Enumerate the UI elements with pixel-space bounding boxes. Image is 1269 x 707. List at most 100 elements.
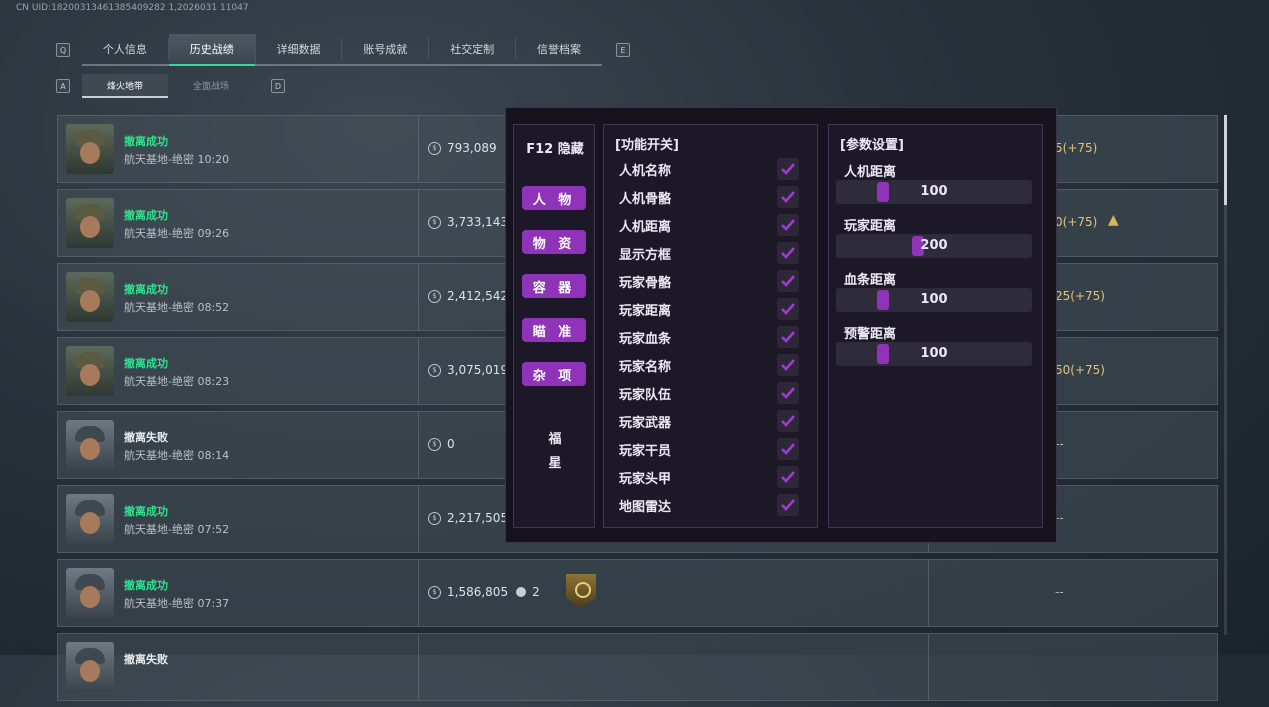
feature-toggle-row[interactable]: 人机名称 xyxy=(619,157,809,181)
avatar xyxy=(66,272,114,322)
feature-toggle-row[interactable]: 玩家干员 xyxy=(619,437,809,461)
feature-label: 地图雷达 xyxy=(619,499,672,515)
feature-toggle-row[interactable]: 玩家队伍 xyxy=(619,381,809,405)
feature-checkbox[interactable] xyxy=(777,382,799,404)
feature-toggle-row[interactable]: 玩家头甲 xyxy=(619,465,809,489)
feature-checkbox[interactable] xyxy=(777,242,799,264)
feature-label: 人机距离 xyxy=(619,219,672,235)
rank-up-icon: ▲ xyxy=(1108,212,1119,228)
coin-icon: $ xyxy=(428,437,441,451)
checkmark-icon xyxy=(781,303,795,315)
feature-checkbox[interactable] xyxy=(777,438,799,460)
match-location: 航天基地-绝密 08:23 xyxy=(124,375,230,388)
param-slider[interactable]: 100 xyxy=(836,180,1032,204)
tab-social[interactable]: 社交定制 xyxy=(429,38,517,60)
match-row[interactable]: 撤离失败 xyxy=(57,633,1218,701)
parameter-panel: [参数设置] 人机距离 100 玩家距离 200 血条距离 100 预警距离 100 xyxy=(828,124,1043,528)
feature-toggle-row[interactable]: 人机骨骼 xyxy=(619,185,809,209)
checkmark-icon xyxy=(781,387,795,399)
feature-checkbox[interactable] xyxy=(777,298,799,320)
feature-label: 玩家距离 xyxy=(619,303,672,319)
checkmark-icon xyxy=(781,275,795,287)
money-value: $793,089 xyxy=(428,141,497,155)
rank-score: 50(+75) xyxy=(1055,363,1105,377)
subtab-label: 全面战场 xyxy=(192,81,229,92)
money-value: $0 xyxy=(428,437,455,451)
main-tabs: 个人信息 历史战绩 详细数据 账号成就 社交定制 信誉档案 xyxy=(82,34,602,66)
category-button-containers[interactable]: 容 器 xyxy=(522,274,586,298)
feature-label: 玩家名称 xyxy=(619,359,672,375)
param-slider[interactable]: 200 xyxy=(836,234,1032,258)
coin-icon: $ xyxy=(428,363,441,377)
cheat-menu-overlay: F12 隐藏 人 物 物 资 容 器 瞄 准 杂 项 福 星 [功能开关] 人机… xyxy=(505,107,1057,543)
footer-char: 星 xyxy=(548,456,562,471)
category-button-supplies[interactable]: 物 资 xyxy=(522,230,586,254)
feature-checkbox[interactable] xyxy=(777,270,799,292)
mode-subtabs: 烽火地带 全面战场 xyxy=(82,74,254,98)
subtab-warfare[interactable]: 全面战场 xyxy=(168,74,254,96)
param-label: 玩家距离 xyxy=(844,219,897,234)
feature-checkbox[interactable] xyxy=(777,466,799,488)
coin-icon: $ xyxy=(428,511,441,525)
tab-credit-profile[interactable]: 信誉档案 xyxy=(516,38,602,60)
checkmark-icon xyxy=(781,471,795,483)
feature-toggle-row[interactable]: 玩家骨骼 xyxy=(619,269,809,293)
rank-score: 0(+75) xyxy=(1055,215,1098,229)
footer-char: 福 xyxy=(548,432,562,447)
slider-value: 100 xyxy=(920,346,948,361)
param-label: 预警距离 xyxy=(844,327,897,342)
hide-hotkey-label: F12 隐藏 xyxy=(526,142,584,157)
tab-personal-info[interactable]: 个人信息 xyxy=(82,38,169,60)
feature-label: 人机骨骼 xyxy=(619,191,672,207)
feature-toggle-row[interactable]: 显示方框 xyxy=(619,241,809,265)
feature-label: 显示方框 xyxy=(619,247,672,263)
param-slider[interactable]: 100 xyxy=(836,288,1032,312)
match-row[interactable]: 撤离成功 航天基地-绝密 07:37 $1,586,805 2 -- xyxy=(57,559,1218,627)
tab-achievements[interactable]: 账号成就 xyxy=(342,38,430,60)
scrollbar-thumb[interactable] xyxy=(1224,115,1227,205)
avatar xyxy=(66,568,114,618)
feature-checkbox[interactable] xyxy=(777,158,799,180)
match-status: 撤离成功 xyxy=(124,209,168,222)
match-status: 撤离成功 xyxy=(124,135,168,148)
feature-checkbox[interactable] xyxy=(777,214,799,236)
money-value: $3,733,143 xyxy=(428,215,508,229)
slider-value: 100 xyxy=(920,184,948,199)
category-button-character[interactable]: 人 物 xyxy=(522,186,586,210)
feature-toggle-row[interactable]: 玩家名称 xyxy=(619,353,809,377)
checkmark-icon xyxy=(781,191,795,203)
rank-score: -- xyxy=(1055,585,1064,599)
kill-count: 2 xyxy=(516,585,540,599)
rank-score: 5(+75) xyxy=(1055,141,1098,155)
feature-toggle-row[interactable]: 人机距离 xyxy=(619,213,809,237)
feature-checkbox[interactable] xyxy=(777,494,799,516)
feature-toggle-row[interactable]: 地图雷达 xyxy=(619,493,809,517)
param-slider[interactable]: 100 xyxy=(836,342,1032,366)
tab-match-history[interactable]: 历史战绩 xyxy=(168,34,256,66)
feature-checkbox[interactable] xyxy=(777,186,799,208)
feature-toggle-row[interactable]: 玩家血条 xyxy=(619,325,809,349)
checkmark-icon xyxy=(781,219,795,231)
match-status: 撤离失败 xyxy=(124,653,168,666)
category-button-aim[interactable]: 瞄 准 xyxy=(522,318,586,342)
feature-toggle-row[interactable]: 玩家距离 xyxy=(619,297,809,321)
feature-checkbox[interactable] xyxy=(777,326,799,348)
category-button-misc[interactable]: 杂 项 xyxy=(522,362,586,386)
slider-value: 200 xyxy=(920,238,948,253)
checkmark-icon xyxy=(781,247,795,259)
category-panel: F12 隐藏 人 物 物 资 容 器 瞄 准 杂 项 福 星 xyxy=(513,124,595,528)
feature-label: 玩家武器 xyxy=(619,415,672,431)
features-title: [功能开关] xyxy=(615,138,679,153)
feature-toggle-row[interactable]: 玩家武器 xyxy=(619,409,809,433)
feature-checkbox[interactable] xyxy=(777,354,799,376)
match-location: 航天基地-绝密 09:26 xyxy=(124,227,230,240)
money-value: $1,586,805 2 xyxy=(428,585,540,599)
params-title: [参数设置] xyxy=(840,138,904,153)
feature-checkbox[interactable] xyxy=(777,410,799,432)
avatar xyxy=(66,642,114,692)
scrollbar[interactable] xyxy=(1224,115,1227,635)
key-hint-d: D xyxy=(271,79,285,93)
feature-toggle-panel: [功能开关] 人机名称人机骨骼人机距离显示方框玩家骨骼玩家距离玩家血条玩家名称玩… xyxy=(603,124,818,528)
tab-detailed-data[interactable]: 详细数据 xyxy=(256,38,343,60)
subtab-operations[interactable]: 烽火地带 xyxy=(82,74,168,98)
